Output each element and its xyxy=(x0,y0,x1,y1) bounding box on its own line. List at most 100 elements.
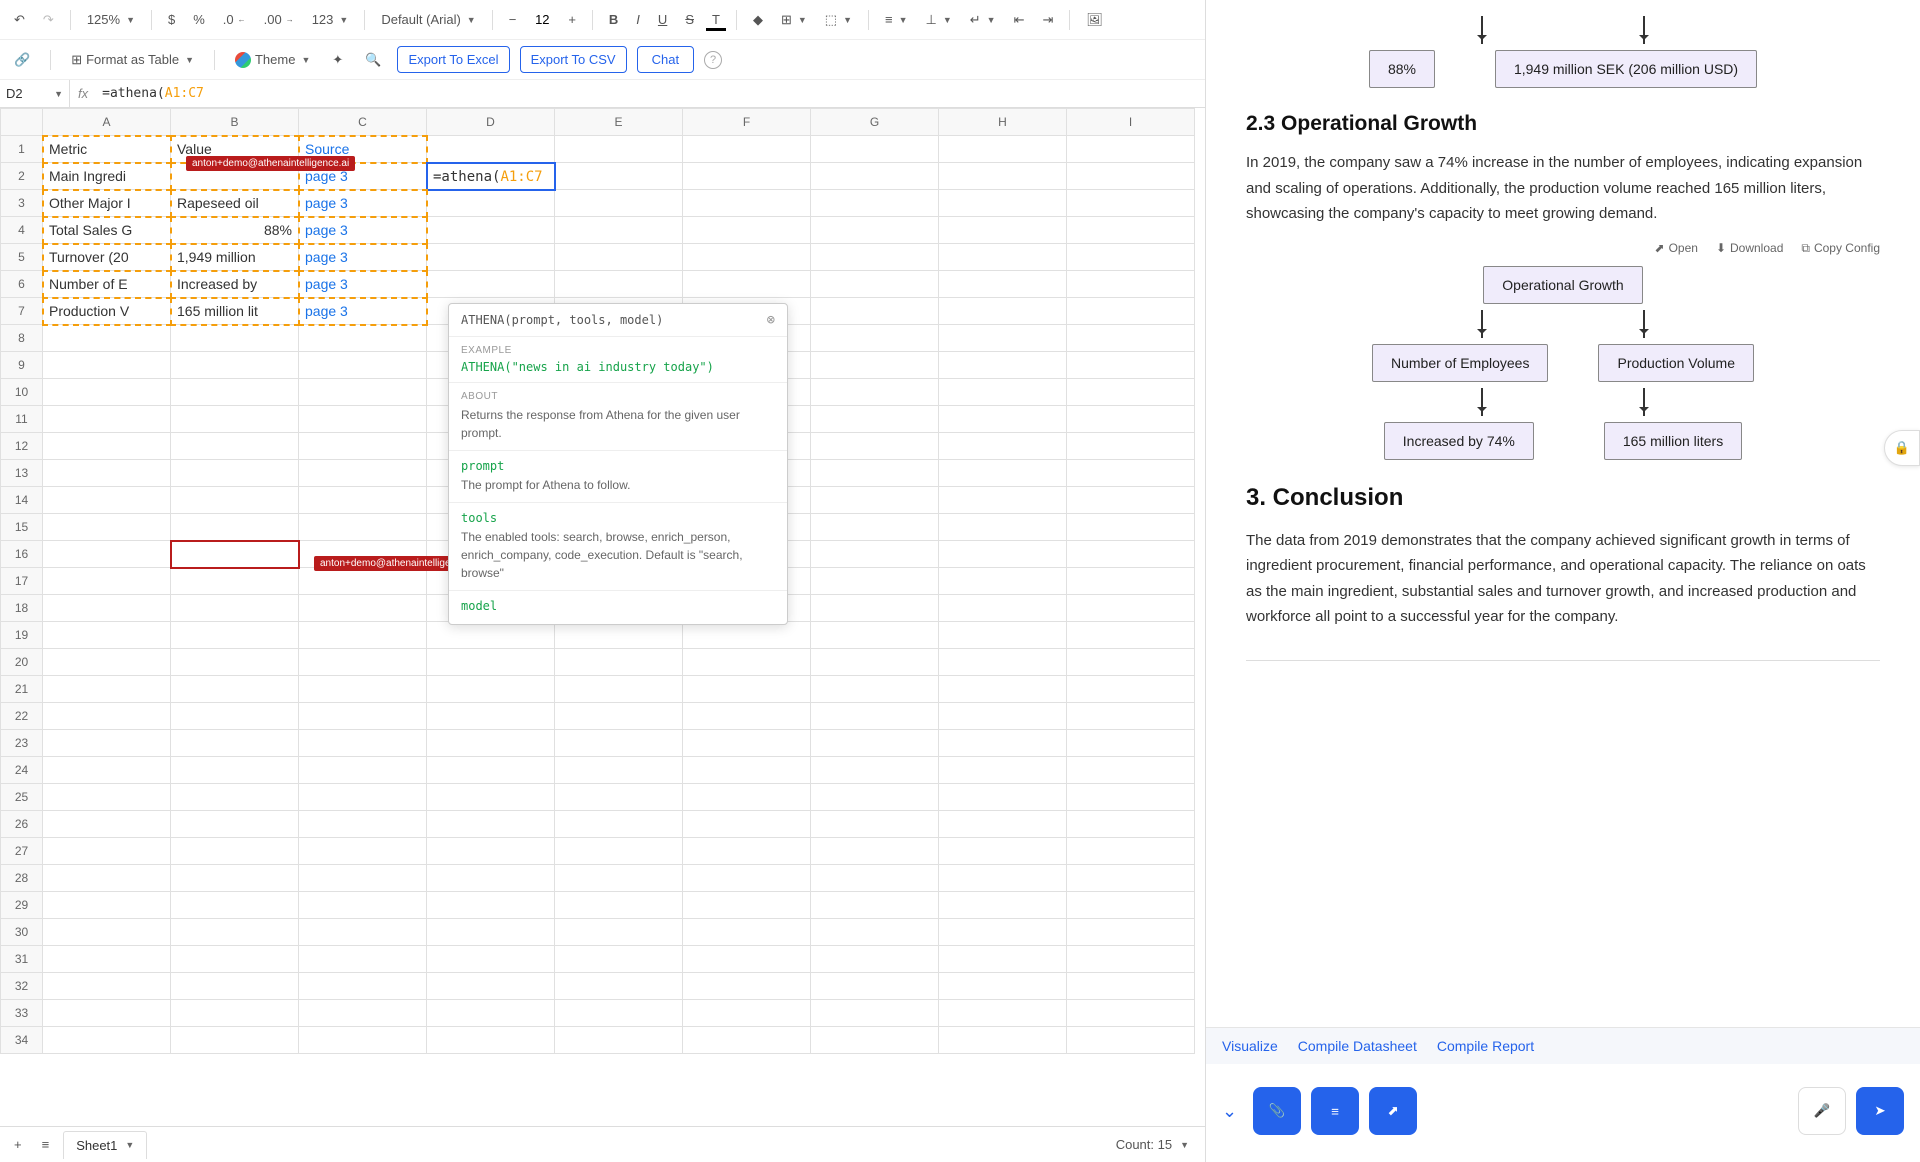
cell[interactable] xyxy=(1067,514,1195,541)
cell[interactable] xyxy=(43,838,171,865)
cell[interactable] xyxy=(683,271,811,298)
cell[interactable] xyxy=(427,757,555,784)
cell[interactable] xyxy=(555,973,683,1000)
cell[interactable] xyxy=(1067,298,1195,325)
row-header[interactable]: 26 xyxy=(1,811,43,838)
mic-button[interactable]: 🎤 xyxy=(1798,1087,1846,1135)
cell[interactable] xyxy=(43,460,171,487)
row-header[interactable]: 4 xyxy=(1,217,43,244)
cell[interactable] xyxy=(939,919,1067,946)
cell[interactable] xyxy=(683,649,811,676)
cell[interactable]: Number of E xyxy=(43,271,171,298)
cell[interactable] xyxy=(43,784,171,811)
cell[interactable] xyxy=(299,514,427,541)
font-size-input[interactable] xyxy=(528,12,556,27)
cell[interactable]: Total Sales G xyxy=(43,217,171,244)
chat-textarea[interactable] xyxy=(1427,1076,1788,1146)
cell[interactable] xyxy=(939,487,1067,514)
cell[interactable] xyxy=(171,514,299,541)
cell[interactable] xyxy=(1067,757,1195,784)
cell[interactable] xyxy=(683,622,811,649)
cell[interactable] xyxy=(299,838,427,865)
row-header[interactable]: 14 xyxy=(1,487,43,514)
cell[interactable] xyxy=(939,784,1067,811)
cell[interactable] xyxy=(171,892,299,919)
row-header[interactable]: 30 xyxy=(1,919,43,946)
cell[interactable] xyxy=(683,946,811,973)
cell[interactable] xyxy=(939,271,1067,298)
cell[interactable] xyxy=(683,244,811,271)
row-header[interactable]: 11 xyxy=(1,406,43,433)
cell[interactable] xyxy=(939,838,1067,865)
cell[interactable] xyxy=(939,568,1067,595)
cell[interactable] xyxy=(811,784,939,811)
column-header[interactable]: D xyxy=(427,109,555,136)
cell[interactable]: 88% xyxy=(171,217,299,244)
cell[interactable] xyxy=(811,757,939,784)
row-header[interactable]: 21 xyxy=(1,676,43,703)
cell[interactable]: Other Major I xyxy=(43,190,171,217)
cell[interactable] xyxy=(299,379,427,406)
cell[interactable] xyxy=(555,217,683,244)
cell[interactable] xyxy=(171,568,299,595)
cell[interactable] xyxy=(939,865,1067,892)
cell[interactable] xyxy=(939,298,1067,325)
cell[interactable]: Metric xyxy=(43,136,171,163)
cell[interactable] xyxy=(1067,622,1195,649)
cell[interactable] xyxy=(299,1027,427,1054)
cell[interactable] xyxy=(171,1027,299,1054)
cell[interactable] xyxy=(427,973,555,1000)
cell[interactable] xyxy=(427,919,555,946)
compile-datasheet-link[interactable]: Compile Datasheet xyxy=(1298,1038,1417,1054)
cell[interactable] xyxy=(427,676,555,703)
cell[interactable] xyxy=(939,649,1067,676)
valign-button[interactable]: ⊥▼ xyxy=(920,8,958,32)
cell[interactable] xyxy=(555,946,683,973)
cell[interactable] xyxy=(811,514,939,541)
link-button[interactable]: 🔗 xyxy=(8,48,36,72)
cell[interactable] xyxy=(427,946,555,973)
cell[interactable]: Production V xyxy=(43,298,171,325)
cell[interactable] xyxy=(299,946,427,973)
cell[interactable] xyxy=(171,406,299,433)
cell[interactable] xyxy=(683,757,811,784)
cell[interactable] xyxy=(555,1000,683,1027)
cell[interactable] xyxy=(555,784,683,811)
cell[interactable] xyxy=(427,784,555,811)
cell[interactable]: page 3 xyxy=(299,190,427,217)
cell[interactable] xyxy=(171,379,299,406)
cell[interactable] xyxy=(555,271,683,298)
indent-decrease-button[interactable]: ⇤ xyxy=(1008,8,1031,32)
row-header[interactable]: 9 xyxy=(1,352,43,379)
row-header[interactable]: 27 xyxy=(1,838,43,865)
cell[interactable] xyxy=(555,649,683,676)
spreadsheet-grid[interactable]: ABCDEFGHI1MetricValueSource2Main Ingredi… xyxy=(0,108,1205,1126)
cell[interactable] xyxy=(939,244,1067,271)
currency-button[interactable]: $ xyxy=(162,8,181,31)
cell[interactable] xyxy=(555,703,683,730)
cell[interactable] xyxy=(555,892,683,919)
cell[interactable] xyxy=(43,514,171,541)
cell[interactable] xyxy=(299,460,427,487)
column-header[interactable]: B xyxy=(171,109,299,136)
cell[interactable] xyxy=(43,406,171,433)
cell[interactable] xyxy=(939,433,1067,460)
search-button[interactable]: 🔍 xyxy=(359,48,387,72)
cell[interactable] xyxy=(939,217,1067,244)
cell[interactable] xyxy=(299,730,427,757)
cell[interactable] xyxy=(939,1027,1067,1054)
cell[interactable] xyxy=(299,433,427,460)
cell[interactable] xyxy=(299,622,427,649)
text-color-button[interactable]: T xyxy=(706,8,726,31)
cell[interactable] xyxy=(427,865,555,892)
cell[interactable] xyxy=(555,838,683,865)
cell[interactable] xyxy=(171,676,299,703)
cell[interactable] xyxy=(299,865,427,892)
cell[interactable] xyxy=(427,730,555,757)
cell[interactable] xyxy=(427,703,555,730)
cell[interactable] xyxy=(555,136,683,163)
cell[interactable] xyxy=(1067,271,1195,298)
cell[interactable]: 1,949 million xyxy=(171,244,299,271)
row-header[interactable]: 19 xyxy=(1,622,43,649)
cell[interactable] xyxy=(811,1000,939,1027)
